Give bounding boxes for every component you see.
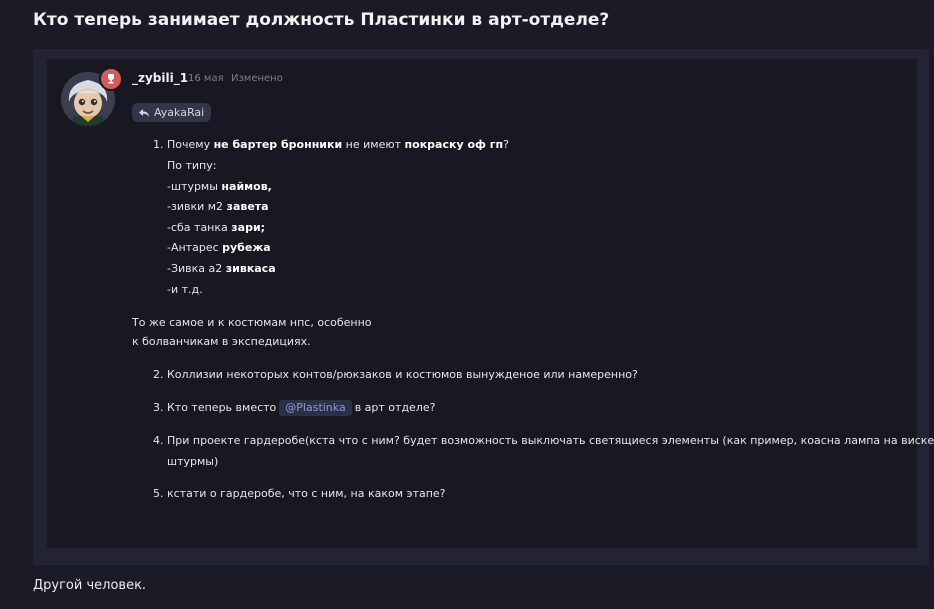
paragraph-line: То же самое и к костюмам нпс, особенно — [132, 316, 372, 329]
edited-label: Изменено — [231, 73, 283, 84]
list-item-4-cont: штурмы) — [167, 455, 219, 468]
sub-item: -Антарес рубежа — [167, 241, 271, 254]
trophy-icon — [99, 67, 123, 91]
sub-item: -зивки м2 завета — [167, 200, 269, 213]
message-date: 16 мая — [188, 73, 224, 84]
sub-item: -сба танка зари; — [167, 221, 266, 234]
list-item-5: 5. кстати о гардеробе, что с ним, на как… — [153, 487, 446, 500]
list-item-2: 2. Коллизии некоторых контов/рюкзаков и … — [153, 368, 638, 381]
message-container — [47, 59, 917, 548]
sub-item: -и т.д. — [167, 283, 203, 296]
page-title: Кто теперь занимает должность Пластинки … — [33, 10, 610, 30]
list-item-3: 3. Кто теперь вместо @Plastinka в арт отде… — [153, 400, 436, 416]
reply-target-name: AyakaRai — [154, 106, 205, 119]
reply-arrow-icon — [139, 108, 149, 117]
list-item-4: 4. При проекте гардеробе(кста что с ним?… — [153, 434, 934, 447]
text-line: По типу: — [167, 159, 217, 172]
paragraph-line: к болванчикам в экспедициях. — [132, 335, 311, 348]
list-item-1: 1. Почему не бартер бронники не имеют по… — [153, 138, 509, 151]
sub-item: -штурмы наймов, — [167, 180, 272, 193]
reply-reference[interactable]: AyakaRai — [132, 103, 212, 122]
footer-text: Другой человек. — [33, 578, 147, 593]
sub-item: -Зивка а2 зивкаса — [167, 262, 276, 275]
author-username[interactable]: _zybili_1 — [132, 71, 188, 85]
user-mention[interactable]: @Plastinka — [279, 400, 352, 416]
